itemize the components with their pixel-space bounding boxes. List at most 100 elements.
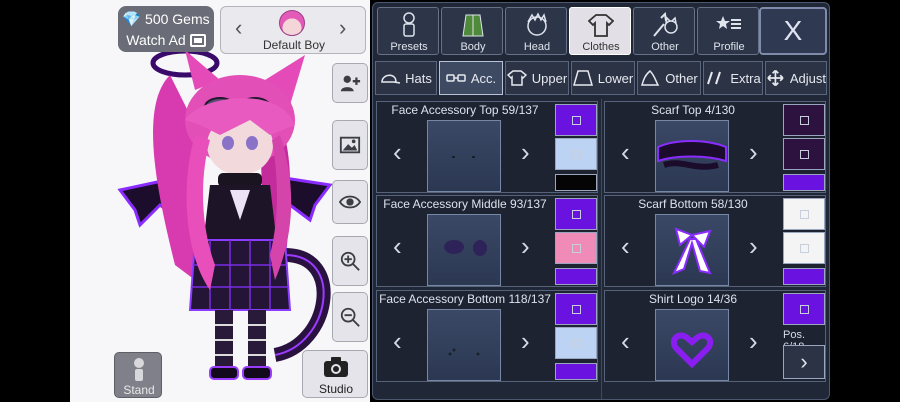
color-swatch-white-2[interactable] <box>783 232 825 264</box>
checkbox[interactable] <box>799 209 809 219</box>
slot-face-accessory-bottom: Face Accessory Bottom 118/137 ‹ › <box>376 290 598 382</box>
shirt-icon <box>588 14 614 37</box>
stand-button[interactable]: Stand <box>114 352 162 398</box>
prev-button[interactable]: ‹ <box>621 139 630 165</box>
checkbox[interactable] <box>799 149 809 159</box>
tab-profile-label: Profile <box>713 41 745 53</box>
position-next-button[interactable]: › <box>783 345 825 379</box>
zoom-in-button[interactable] <box>332 236 368 286</box>
background-button[interactable] <box>332 120 368 170</box>
preset-prev-button[interactable]: ‹ <box>235 17 242 39</box>
film-icon <box>189 33 206 47</box>
color-swatch-white[interactable] <box>783 198 825 230</box>
item-preview[interactable] <box>655 309 729 381</box>
avatar <box>279 10 305 36</box>
checkbox[interactable] <box>571 304 581 314</box>
subtab-other[interactable]: Other <box>637 61 701 95</box>
subtab-accessories[interactable]: Acc. <box>439 61 503 95</box>
preset-next-button[interactable]: › <box>339 17 346 39</box>
tab-body-label: Body <box>460 41 486 53</box>
skirt-icon <box>572 70 593 86</box>
gems-row[interactable]: 💎 500 Gems <box>118 9 214 29</box>
item-preview[interactable] <box>655 214 729 286</box>
checkbox[interactable] <box>799 115 809 125</box>
item-preview[interactable] <box>427 214 501 286</box>
color-swatch-light-blue[interactable] <box>555 327 597 359</box>
next-button[interactable]: › <box>521 233 530 259</box>
next-button[interactable]: › <box>521 328 530 354</box>
prev-button[interactable]: ‹ <box>393 233 402 259</box>
checkbox[interactable] <box>571 115 581 125</box>
prev-button[interactable]: ‹ <box>621 328 630 354</box>
checkbox[interactable] <box>799 243 809 253</box>
sword-cat-icon <box>653 12 678 37</box>
color-swatch-dark-purple-2[interactable] <box>783 138 825 170</box>
prev-button[interactable]: ‹ <box>393 328 402 354</box>
color-swatch-purple[interactable] <box>783 293 825 325</box>
tab-head[interactable]: Head <box>505 7 567 55</box>
checkbox[interactable] <box>571 243 581 253</box>
tab-profile[interactable]: Profile <box>697 7 759 55</box>
next-button[interactable]: › <box>749 233 758 259</box>
slot-title: Scarf Bottom 58/130 <box>638 197 748 211</box>
subtab-hats-label: Hats <box>405 70 432 86</box>
character-stage: 💎 500 Gems Watch Ad ‹ › Default Boy Stan… <box>70 0 370 402</box>
subtab-lower[interactable]: Lower <box>571 61 635 95</box>
camera-icon <box>324 357 348 377</box>
color-swatch-pink[interactable] <box>555 232 597 264</box>
color-swatch-purple[interactable] <box>555 198 597 230</box>
zoom-out-button[interactable] <box>332 292 368 342</box>
visibility-button[interactable] <box>332 180 368 224</box>
image-icon <box>339 136 361 154</box>
tab-clothes[interactable]: Clothes <box>569 7 631 55</box>
heart-logo-thumbnail <box>670 332 714 369</box>
gems-counter[interactable]: 💎 500 Gems Watch Ad <box>118 6 214 52</box>
tab-presets[interactable]: Presets <box>377 7 439 55</box>
color-swatch-light-blue[interactable] <box>555 138 597 170</box>
slot-face-accessory-middle: Face Accessory Middle 93/137 ‹ › <box>376 195 598 287</box>
studio-button[interactable]: Studio <box>302 350 368 398</box>
color-swatch-purple[interactable] <box>555 293 597 325</box>
star-list-icon <box>716 16 741 29</box>
subtab-extra-label: Extra <box>730 70 761 86</box>
subtab-hats[interactable]: Hats <box>375 61 437 95</box>
character-preview[interactable] <box>100 25 345 395</box>
checkbox[interactable] <box>571 209 581 219</box>
checkbox[interactable] <box>571 338 581 348</box>
subtab-extra[interactable]: Extra <box>703 61 763 95</box>
color-swatch-purple[interactable] <box>555 104 597 136</box>
next-button[interactable]: › <box>749 328 758 354</box>
presets-icon <box>403 12 415 37</box>
slot-face-accessory-top: Face Accessory Top 59/137 ‹ › <box>376 101 598 193</box>
next-button[interactable]: › <box>749 139 758 165</box>
stand-label: Stand <box>123 383 155 397</box>
item-preview[interactable] <box>427 120 501 192</box>
close-button[interactable]: X <box>759 7 827 55</box>
head-icon <box>527 12 547 36</box>
next-button[interactable]: › <box>521 139 530 165</box>
checkbox[interactable] <box>799 304 809 314</box>
add-character-button[interactable] <box>332 63 368 103</box>
color-swatch-purple-2[interactable] <box>555 268 597 285</box>
item-preview[interactable] <box>427 309 501 381</box>
color-swatch-purple[interactable] <box>783 268 825 285</box>
zoom-in-icon <box>340 251 360 271</box>
slot-title: Shirt Logo 14/36 <box>648 292 738 306</box>
editor-panel: Presets Body Head Clothes Other Profile … <box>372 2 830 400</box>
color-swatch-dark-purple[interactable] <box>783 104 825 136</box>
tab-presets-label: Presets <box>390 41 428 53</box>
color-swatch-black[interactable] <box>555 174 597 191</box>
checkbox[interactable] <box>571 149 581 159</box>
tab-other[interactable]: Other <box>633 7 695 55</box>
watch-ad-button[interactable]: Watch Ad <box>118 30 214 50</box>
subtab-adjust[interactable]: Adjust <box>765 61 827 95</box>
item-preview[interactable] <box>655 120 729 192</box>
prev-button[interactable]: ‹ <box>621 233 630 259</box>
slot-scarf-top: Scarf Top 4/130 ‹ › <box>604 101 826 193</box>
color-swatch-purple[interactable] <box>783 174 825 191</box>
prev-button[interactable]: ‹ <box>393 139 402 165</box>
tab-body[interactable]: Body <box>441 7 503 55</box>
subtab-upper[interactable]: Upper <box>505 61 569 95</box>
color-swatch-purple-2[interactable] <box>555 363 597 380</box>
close-icon: X <box>783 15 803 46</box>
